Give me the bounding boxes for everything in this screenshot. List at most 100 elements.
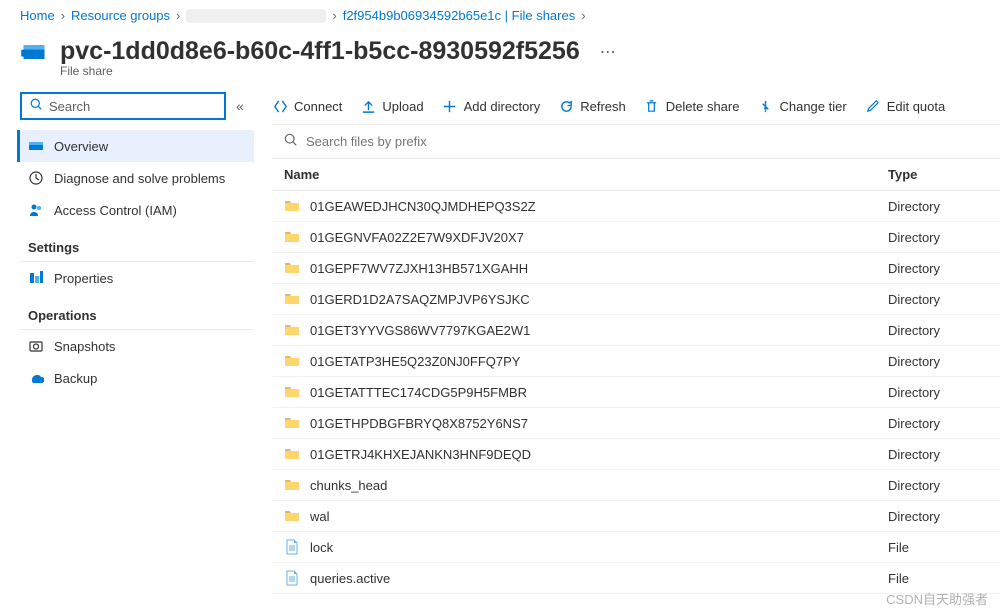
- folder-icon: [284, 353, 300, 369]
- upload-button[interactable]: Upload: [360, 98, 423, 114]
- sidebar-search[interactable]: Search: [20, 92, 226, 120]
- table-row[interactable]: chunks_headDirectory: [272, 470, 1000, 501]
- search-icon: [30, 98, 43, 114]
- row-name: 01GETATP3HE5Q23Z0NJ0FFQ7PY: [310, 354, 888, 369]
- row-type: Directory: [888, 385, 988, 400]
- folder-icon: [284, 198, 300, 214]
- table-row[interactable]: lockFile: [272, 532, 1000, 563]
- row-type: Directory: [888, 199, 988, 214]
- breadcrumb-home[interactable]: Home: [20, 8, 55, 23]
- chevron-right-icon: ›: [61, 8, 65, 23]
- file-icon: [284, 539, 300, 555]
- plus-icon: [442, 98, 458, 114]
- collapse-sidebar-icon[interactable]: «: [236, 98, 244, 114]
- row-type: Directory: [888, 354, 988, 369]
- refresh-button[interactable]: Refresh: [558, 98, 626, 114]
- refresh-icon: [558, 98, 574, 114]
- sidebar-item-label: Access Control (IAM): [54, 203, 177, 218]
- breadcrumb-account[interactable]: f2f954b9b06934592b65e1c | File shares: [343, 8, 576, 23]
- table-row[interactable]: 01GETHPDBGFBRYQ8X8752Y6NS7Directory: [272, 408, 1000, 439]
- row-name: lock: [310, 540, 888, 555]
- row-type: Directory: [888, 261, 988, 276]
- iam-icon: [28, 202, 44, 218]
- add-directory-button[interactable]: Add directory: [442, 98, 541, 114]
- sidebar-section-settings: Settings: [20, 226, 254, 262]
- folder-icon: [284, 260, 300, 276]
- edit-quota-button[interactable]: Edit quota: [865, 98, 946, 114]
- table-row[interactable]: 01GERD1D2A7SAQZMPJVP6YSJKCDirectory: [272, 284, 1000, 315]
- row-type: Directory: [888, 323, 988, 338]
- row-name: queries.active: [310, 571, 888, 586]
- edit-icon: [865, 98, 881, 114]
- breadcrumb-resource-groups[interactable]: Resource groups: [71, 8, 170, 23]
- sidebar-item-label: Diagnose and solve problems: [54, 171, 225, 186]
- row-name: 01GEGNVFA02Z2E7W9XDFJV20X7: [310, 230, 888, 245]
- row-name: wal: [310, 509, 888, 524]
- table-row[interactable]: 01GEAWEDJHCN30QJMDHEPQ3S2ZDirectory: [272, 191, 1000, 222]
- folder-icon: [284, 384, 300, 400]
- sidebar-item-diagnose[interactable]: Diagnose and solve problems: [20, 162, 254, 194]
- row-type: Directory: [888, 416, 988, 431]
- row-name: 01GEPF7WV7ZJXH13HB571XGAHH: [310, 261, 888, 276]
- file-search-box[interactable]: [272, 124, 1000, 159]
- row-type: Directory: [888, 230, 988, 245]
- table-row[interactable]: 01GEPF7WV7ZJXH13HB571XGAHHDirectory: [272, 253, 1000, 284]
- file-search-input[interactable]: [306, 134, 988, 149]
- page-subtitle: File share: [0, 64, 1000, 92]
- chevron-right-icon: ›: [581, 8, 585, 23]
- page-title: pvc-1dd0d8e6-b60c-4ff1-b5cc-8930592f5256: [60, 37, 580, 66]
- page-title-row: pvc-1dd0d8e6-b60c-4ff1-b5cc-8930592f5256…: [0, 31, 1000, 66]
- diagnose-icon: [28, 170, 44, 186]
- table-row[interactable]: 01GET3YYVGS86WV7797KGAE2W1Directory: [272, 315, 1000, 346]
- folder-icon: [284, 322, 300, 338]
- folder-icon: [284, 291, 300, 307]
- col-header-name[interactable]: Name: [284, 167, 888, 182]
- connect-button[interactable]: Connect: [272, 98, 342, 114]
- folder-icon: [284, 415, 300, 431]
- row-type: Directory: [888, 447, 988, 462]
- tier-icon: [757, 98, 773, 114]
- folder-icon: [284, 229, 300, 245]
- row-type: File: [888, 540, 988, 555]
- row-name: chunks_head: [310, 478, 888, 493]
- folder-icon: [284, 477, 300, 493]
- col-header-type[interactable]: Type: [888, 167, 988, 182]
- watermark: CSDN自天助强者: [886, 589, 988, 608]
- connect-icon: [272, 98, 288, 114]
- folder-icon: [284, 446, 300, 462]
- row-type: File: [888, 571, 988, 586]
- sidebar: Search « Overview Diagnose and solve pro…: [0, 92, 262, 594]
- table-row[interactable]: 01GETRJ4KHXEJANKN3HNF9DEQDDirectory: [272, 439, 1000, 470]
- sidebar-item-overview[interactable]: Overview: [17, 130, 254, 162]
- upload-icon: [360, 98, 376, 114]
- change-tier-button[interactable]: Change tier: [757, 98, 846, 114]
- sidebar-item-label: Properties: [54, 271, 113, 286]
- row-type: Directory: [888, 509, 988, 524]
- file-share-icon: [20, 38, 48, 66]
- table-header: Name Type: [272, 159, 1000, 191]
- row-name: 01GERD1D2A7SAQZMPJVP6YSJKC: [310, 292, 888, 307]
- more-menu-icon[interactable]: ⋯: [600, 42, 616, 62]
- chevron-right-icon: ›: [332, 8, 336, 23]
- sidebar-item-label: Snapshots: [54, 339, 115, 354]
- content-pane: Connect Upload Add directory Refresh Del…: [262, 92, 1000, 594]
- table-row[interactable]: walDirectory: [272, 501, 1000, 532]
- row-name: 01GET3YYVGS86WV7797KGAE2W1: [310, 323, 888, 338]
- toolbar: Connect Upload Add directory Refresh Del…: [272, 92, 1000, 124]
- file-table: Name Type 01GEAWEDJHCN30QJMDHEPQ3S2ZDire…: [272, 159, 1000, 594]
- delete-icon: [644, 98, 660, 114]
- chevron-right-icon: ›: [176, 8, 180, 23]
- sidebar-item-snapshots[interactable]: Snapshots: [20, 330, 254, 362]
- sidebar-item-iam[interactable]: Access Control (IAM): [20, 194, 254, 226]
- snapshots-icon: [28, 338, 44, 354]
- sidebar-item-backup[interactable]: Backup: [20, 362, 254, 394]
- sidebar-item-label: Backup: [54, 371, 97, 386]
- sidebar-item-properties[interactable]: Properties: [20, 262, 254, 294]
- delete-share-button[interactable]: Delete share: [644, 98, 740, 114]
- table-row[interactable]: 01GEGNVFA02Z2E7W9XDFJV20X7Directory: [272, 222, 1000, 253]
- breadcrumb: Home › Resource groups › › f2f954b9b0693…: [0, 0, 1000, 31]
- row-type: Directory: [888, 478, 988, 493]
- properties-icon: [28, 270, 44, 286]
- table-row[interactable]: 01GETATP3HE5Q23Z0NJ0FFQ7PYDirectory: [272, 346, 1000, 377]
- table-row[interactable]: 01GETATTTEC174CDG5P9H5FMBRDirectory: [272, 377, 1000, 408]
